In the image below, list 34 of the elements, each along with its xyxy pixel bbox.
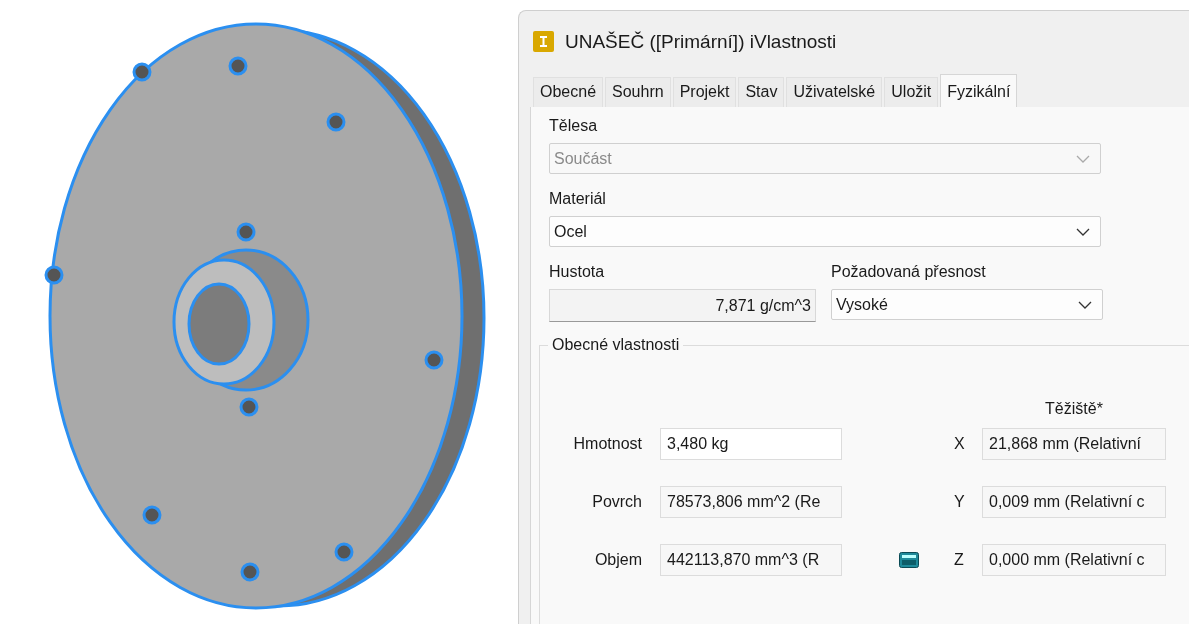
value-field[interactable]: 0,009 mm (Relativní c bbox=[982, 486, 1166, 518]
tab[interactable]: Stav bbox=[738, 77, 785, 107]
tab[interactable]: Projekt bbox=[672, 77, 737, 107]
tab[interactable]: Souhrn bbox=[605, 77, 671, 107]
value-field[interactable]: 0,000 mm (Relativní c bbox=[982, 544, 1166, 576]
field-label: Tělesa bbox=[549, 117, 598, 135]
value-field[interactable]: 3,480 kg bbox=[660, 428, 842, 460]
chevron-icon bbox=[1076, 227, 1090, 236]
window-title: UNAŠEČ ([Primární]) iVlastnosti bbox=[565, 31, 837, 53]
group-title: Obecné vlastnosti bbox=[551, 336, 681, 354]
field-label: Hmotnost bbox=[572, 435, 643, 453]
tab[interactable]: Fyzikální bbox=[940, 74, 1018, 107]
density-field[interactable]: 7,871 g/cm^3 bbox=[549, 289, 816, 322]
field-label: Hustota bbox=[549, 263, 605, 281]
calculator-icon[interactable] bbox=[899, 552, 919, 568]
axis-label: X bbox=[954, 435, 966, 453]
value-field[interactable]: 442113,870 mm^3 (R bbox=[660, 544, 842, 576]
chevron-icon bbox=[1076, 154, 1090, 163]
column-heading: Těžiště* bbox=[1044, 400, 1104, 418]
material-dropdown[interactable]: Ocel bbox=[549, 216, 1101, 247]
field-label: Požadovaná přesnost bbox=[831, 263, 986, 281]
value-field[interactable]: 21,868 mm (Relativní bbox=[982, 428, 1166, 460]
axis-label: Y bbox=[954, 493, 966, 511]
axis-label: Z bbox=[954, 551, 965, 569]
tab[interactable]: Obecné bbox=[533, 77, 604, 107]
tab[interactable]: Uživatelské bbox=[786, 77, 883, 107]
chevron-icon bbox=[1078, 300, 1092, 309]
app-icon bbox=[533, 31, 555, 53]
field-label: Povrch bbox=[591, 493, 643, 511]
tab[interactable]: Uložit bbox=[884, 77, 939, 107]
field-label: Objem bbox=[593, 551, 643, 569]
accuracy-dropdown[interactable]: Vysoké bbox=[831, 289, 1103, 320]
value-field[interactable]: 78573,806 mm^2 (Re bbox=[660, 486, 842, 518]
field-label: Materiál bbox=[549, 190, 606, 208]
